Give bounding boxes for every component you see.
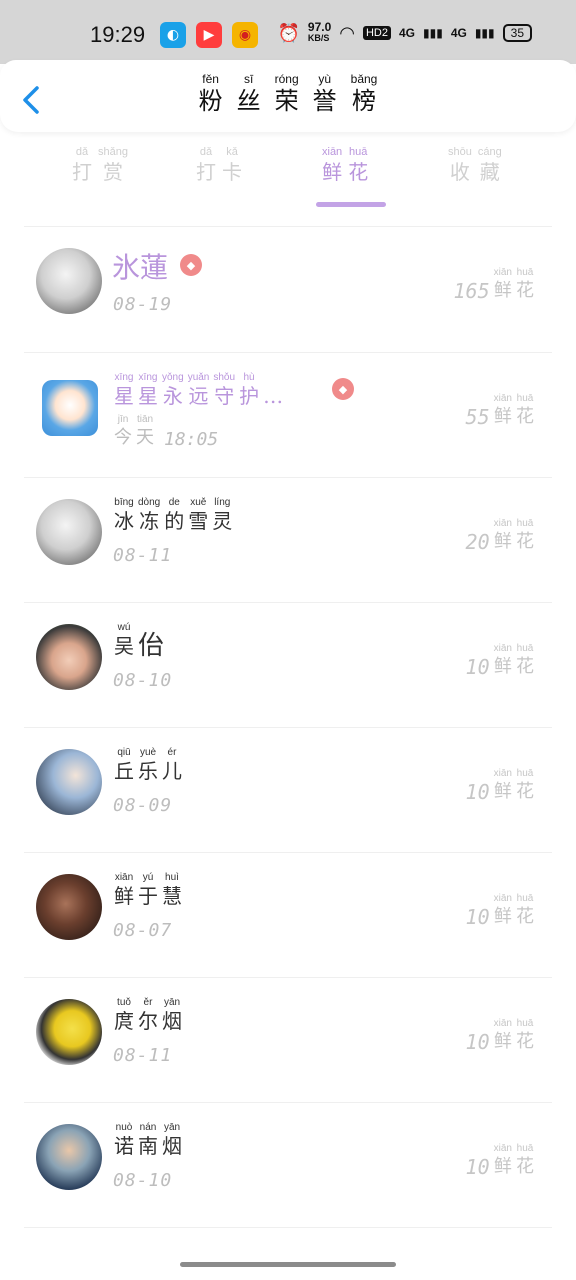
list-item[interactable]: qiū 丘 yuè 乐 ér 儿 08-09 10 xiān 鲜 huā 花 bbox=[0, 727, 576, 852]
page-title: fěn 粉 sī 丝 róng 荣 yù 誉 bǎng 榜 bbox=[0, 72, 576, 116]
list-item[interactable]: xīng 星 xīng 星 yǒng 永 yuǎn 远 shǒu 守 hù 护 … ◆ jī… bbox=[0, 352, 576, 477]
avatar[interactable] bbox=[36, 248, 102, 314]
count-value: 20 bbox=[465, 530, 490, 554]
date: 08-10 bbox=[113, 1170, 173, 1191]
speed-value: 97.0 bbox=[307, 20, 332, 34]
date: 08-11 bbox=[113, 545, 173, 566]
video-app-icon: ▶ bbox=[196, 22, 222, 48]
divider bbox=[24, 977, 552, 978]
speed-unit: KB/S bbox=[307, 33, 330, 43]
list-item[interactable]: bīng 冰 dòng 冻 de 的 xuě 雪 líng 灵 08-11 20 xiān… bbox=[0, 477, 576, 602]
title-char: róng 荣 bbox=[274, 72, 299, 115]
flower-count: 10 xiān 鲜 huā 花 bbox=[465, 768, 534, 804]
wifi-icon: ◠ bbox=[339, 22, 355, 43]
date: 08-10 bbox=[113, 670, 173, 691]
alarm-icon: ⏰ bbox=[277, 22, 300, 43]
notification-icons: ◐ ▶ ◉ bbox=[160, 20, 268, 50]
divider bbox=[24, 602, 552, 603]
signal-bars-icon: ▮▮▮ bbox=[474, 26, 495, 40]
user-name[interactable]: tuǒ 庹 ěr 尔 yān 烟 bbox=[114, 997, 182, 1033]
divider bbox=[24, 477, 552, 478]
tab-checkin[interactable]: dǎ 打 kǎ 卡 bbox=[196, 146, 242, 185]
status-time: 19:29 bbox=[90, 22, 146, 47]
active-tab-indicator bbox=[316, 202, 386, 207]
battery-icon: 35 bbox=[502, 24, 532, 42]
avatar[interactable] bbox=[36, 999, 102, 1065]
flower-count: 55 xiān 鲜 huā 花 bbox=[465, 393, 534, 429]
title-char: fěn 粉 bbox=[198, 72, 223, 115]
date: 08-07 bbox=[113, 920, 173, 941]
list-item[interactable]: wú 吴 佁 08-10 10 xiān 鲜 huā 花 bbox=[0, 602, 576, 727]
flower-count: 10 xiān 鲜 huā 花 bbox=[465, 1143, 534, 1179]
date: 08-19 bbox=[113, 294, 173, 315]
count-value: 165 bbox=[453, 279, 490, 303]
hd-badge: HD2 bbox=[362, 26, 391, 40]
status-bar: 19:29 ◐ ▶ ◉ ⏰ 97.0 KB/S ◠ HD2 4G ▮▮▮ 4G … bbox=[0, 0, 576, 64]
signal-4g-2: 4G bbox=[450, 26, 467, 40]
divider bbox=[24, 852, 552, 853]
avatar[interactable] bbox=[36, 624, 102, 690]
flower-count: 165 xiān 鲜 huā 花 bbox=[453, 267, 534, 303]
list-item[interactable]: 氷蓮 ◆ 08-19 165 xiān 鲜 huā 花 bbox=[0, 226, 576, 351]
tab-bar: dǎ 打 shǎng 赏 dǎ 打 kǎ 卡 xiān 鲜 huā 花 shōu 收 cáng… bbox=[0, 146, 576, 210]
user-name[interactable]: xiān 鲜 yú 于 huì 慧 bbox=[114, 872, 182, 908]
avatar[interactable] bbox=[36, 749, 102, 815]
diamond-badge-icon: ◆ bbox=[332, 378, 354, 400]
user-name[interactable]: xīng 星 xīng 星 yǒng 永 yuǎn 远 shǒu 守 hù 护 … bbox=[114, 372, 283, 408]
user-name[interactable]: qiū 丘 yuè 乐 ér 儿 bbox=[114, 747, 182, 783]
diamond-badge-icon: ◆ bbox=[180, 254, 202, 276]
divider bbox=[24, 1102, 552, 1103]
divider bbox=[24, 226, 552, 227]
count-value: 10 bbox=[465, 1155, 490, 1179]
count-value: 10 bbox=[465, 780, 490, 804]
title-char: bǎng 榜 bbox=[350, 72, 378, 115]
qq-icon: ◐ bbox=[160, 22, 186, 48]
date: 08-11 bbox=[113, 1045, 173, 1066]
avatar[interactable] bbox=[36, 499, 102, 565]
tab-tip[interactable]: dǎ 打 shǎng 赏 bbox=[72, 146, 128, 185]
user-name[interactable]: wú 吴 佁 bbox=[114, 622, 164, 659]
tab-favorites[interactable]: shōu 收 cáng 藏 bbox=[448, 146, 502, 185]
home-indicator[interactable] bbox=[180, 1262, 396, 1267]
avatar[interactable] bbox=[42, 380, 98, 436]
flower-count: 10 xiān 鲜 huā 花 bbox=[465, 1018, 534, 1054]
divider bbox=[24, 352, 552, 353]
count-value: 10 bbox=[465, 905, 490, 929]
title-char: yù 誉 bbox=[312, 72, 337, 115]
date-row: jīn 今 tiān 天 18:05 bbox=[114, 414, 219, 450]
signal-bars-icon: ▮▮▮ bbox=[423, 26, 443, 40]
avatar[interactable] bbox=[36, 1124, 102, 1190]
user-name[interactable]: nuò 诺 nán 南 yān 烟 bbox=[114, 1122, 182, 1158]
divider bbox=[24, 727, 552, 728]
flower-count: 20 xiān 鲜 huā 花 bbox=[465, 518, 534, 554]
count-value: 10 bbox=[465, 1030, 490, 1054]
divider bbox=[24, 1227, 552, 1228]
list-item[interactable]: nuò 诺 nán 南 yān 烟 08-10 10 xiān 鲜 huā 花 bbox=[0, 1102, 576, 1228]
title-char: sī 丝 bbox=[236, 72, 261, 115]
count-value: 10 bbox=[465, 655, 490, 679]
date: 08-09 bbox=[113, 795, 173, 816]
tab-flowers[interactable]: xiān 鲜 huā 花 bbox=[322, 146, 368, 185]
weibo-icon: ◉ bbox=[232, 22, 258, 48]
list-item[interactable]: xiān 鲜 yú 于 huì 慧 08-07 10 xiān 鲜 huā 花 bbox=[0, 852, 576, 977]
flower-count: 10 xiān 鲜 huā 花 bbox=[465, 893, 534, 929]
signal-4g-1: 4G bbox=[398, 26, 415, 40]
avatar[interactable] bbox=[36, 874, 102, 940]
user-name[interactable]: bīng 冰 dòng 冻 de 的 xuě 雪 líng 灵 bbox=[114, 497, 232, 533]
system-icons: ⏰ 97.0 KB/S ◠ HD2 4G ▮▮▮ 4G ▮▮▮ 35 bbox=[277, 20, 532, 44]
count-value: 55 bbox=[465, 405, 490, 429]
date: 18:05 bbox=[164, 429, 219, 450]
network-speed: 97.0 KB/S bbox=[307, 20, 332, 44]
flower-count: 10 xiān 鲜 huā 花 bbox=[465, 643, 534, 679]
user-name[interactable]: 氷蓮 bbox=[112, 246, 168, 286]
list-item[interactable]: tuǒ 庹 ěr 尔 yān 烟 08-11 10 xiān 鲜 huā 花 bbox=[0, 977, 576, 1102]
